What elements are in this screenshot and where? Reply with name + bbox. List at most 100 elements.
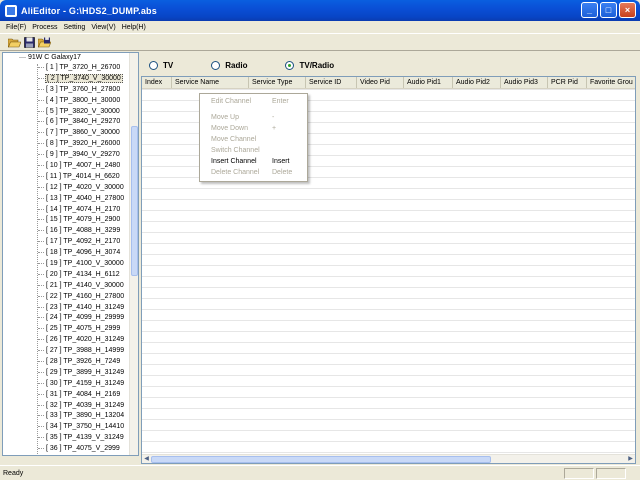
column-favorite-group[interactable]: Favorite Grou	[587, 77, 635, 88]
tree-item[interactable]: [ 14 ] TP_4074_H_2170	[38, 204, 125, 215]
tree-item-label: [ 34 ] TP_3750_H_14410	[46, 423, 125, 431]
tree-item[interactable]: [ 12 ] TP_4020_V_30000	[38, 182, 125, 193]
tree-item[interactable]: [ 10 ] TP_4007_H_2480	[38, 160, 125, 171]
column-audio-pid1[interactable]: Audio Pid1	[404, 77, 453, 88]
tree-item[interactable]: [ 24 ] TP_4099_H_29999	[38, 312, 125, 323]
ctx-switch-channel[interactable]: Switch Channel	[200, 145, 307, 156]
tree-item[interactable]: [ 4 ] TP_3800_H_30000	[38, 95, 125, 106]
open-folder-icon[interactable]	[8, 36, 21, 49]
tree-root[interactable]: — 91W C Galaxy17	[19, 54, 81, 61]
ctx-move-channel-label: Move Channel	[211, 136, 257, 143]
menu-bar: File(F) Process Setting View(V) Help(H)	[0, 21, 640, 33]
tree-item[interactable]: [ 37 ] TP_4020_V_31249	[38, 454, 125, 455]
tree-item[interactable]: [ 28 ] TP_3926_H_7249	[38, 356, 125, 367]
tree-item[interactable]: [ 20 ] TP_4134_H_6112	[38, 269, 125, 280]
close-button[interactable]: ×	[619, 2, 636, 18]
grid-scroll-thumb[interactable]	[151, 456, 491, 463]
tree-branch-line	[38, 339, 44, 341]
tree-item[interactable]: [ 3 ] TP_3760_H_27800	[38, 84, 125, 95]
tree-item[interactable]: [ 33 ] TP_3890_H_13204	[38, 411, 125, 422]
tree-scroll-thumb[interactable]	[131, 126, 138, 276]
title-bar[interactable]: AliEditor - G:\HDS2_DUMP.abs _ □ ×	[0, 0, 640, 21]
tree-item[interactable]: [ 8 ] TP_3920_H_26000	[38, 138, 125, 149]
tree-branch-line	[38, 143, 44, 145]
tree-item[interactable]: [ 15 ] TP_4079_H_2900	[38, 214, 125, 225]
ctx-edit-channel[interactable]: Edit Channel Enter	[200, 96, 307, 107]
menu-process[interactable]: Process	[29, 24, 60, 31]
tree-item[interactable]: [ 34 ] TP_3750_H_14410	[38, 421, 125, 432]
ctx-move-down-label: Move Down	[211, 125, 248, 132]
ctx-move-up-shortcut: -	[272, 114, 275, 121]
tree-item-label: [ 21 ] TP_4140_V_30000	[46, 281, 124, 289]
column-service-type[interactable]: Service Type	[249, 77, 306, 88]
tree-item[interactable]: [ 16 ] TP_4088_H_3299	[38, 225, 125, 236]
tree-item[interactable]: [ 7 ] TP_3860_V_30000	[38, 127, 125, 138]
scroll-right-icon[interactable]: ▶	[626, 455, 635, 463]
column-service-id[interactable]: Service ID	[306, 77, 357, 88]
radio-radio-circle[interactable]	[211, 60, 221, 70]
column-video-pid[interactable]: Video Pid	[357, 77, 404, 88]
tree-item[interactable]: [ 9 ] TP_3940_V_29270	[38, 149, 125, 160]
tree-item[interactable]: [ 13 ] TP_4040_H_27800	[38, 193, 125, 204]
ctx-insert-channel[interactable]: Insert Channel Insert	[200, 156, 307, 167]
maximize-button[interactable]: □	[600, 2, 617, 18]
tree-item[interactable]: [ 18 ] TP_4096_H_3074	[38, 247, 125, 258]
ctx-move-up[interactable]: Move Up -	[200, 112, 307, 123]
save-icon[interactable]	[23, 36, 36, 49]
tree-item[interactable]: [ 1 ] TP_3720_H_26700	[38, 62, 125, 73]
tree-item[interactable]: [ 25 ] TP_4075_H_2999	[38, 323, 125, 334]
tree-item[interactable]: [ 35 ] TP_4139_V_31249	[38, 432, 125, 443]
satellite-tree[interactable]: — 91W C Galaxy17 [ 1 ] TP_3720_H_26700[ …	[2, 52, 139, 456]
tree-branch-line	[38, 295, 44, 297]
radio-tv[interactable]: TV	[149, 60, 173, 70]
menu-help[interactable]: Help(H)	[119, 24, 149, 31]
tree-item[interactable]: [ 6 ] TP_3840_H_29270	[38, 116, 125, 127]
radio-tv-circle[interactable]	[149, 60, 158, 70]
grid-header: Index Service Name Service Type Service …	[142, 77, 635, 89]
scroll-left-icon[interactable]: ◀	[142, 455, 151, 463]
menu-setting[interactable]: Setting	[61, 24, 89, 31]
tree-branch-line	[38, 175, 44, 177]
tree-item[interactable]: [ 27 ] TP_3988_H_14999	[38, 345, 125, 356]
tree-item-label: [ 27 ] TP_3988_H_14999	[46, 347, 125, 355]
column-audio-pid2[interactable]: Audio Pid2	[453, 77, 501, 88]
radio-tv-radio-circle[interactable]	[285, 60, 295, 70]
radio-radio[interactable]: Radio	[211, 60, 247, 70]
tree-item[interactable]: [ 29 ] TP_3899_H_31249	[38, 367, 125, 378]
tree-item[interactable]: [ 2 ] TP_3740_V_30000	[38, 73, 125, 84]
tree-item[interactable]: [ 31 ] TP_4084_H_2169	[38, 389, 125, 400]
tree-item[interactable]: [ 11 ] TP_4014_H_6620	[38, 171, 125, 182]
minimize-button[interactable]: _	[581, 2, 598, 18]
tree-item[interactable]: [ 19 ] TP_4100_V_30000	[38, 258, 125, 269]
column-pcr-pid[interactable]: PCR Pid	[548, 77, 587, 88]
toolbar	[0, 33, 640, 51]
column-index[interactable]: Index	[142, 77, 172, 88]
menu-view[interactable]: View(V)	[88, 24, 118, 31]
tree-item[interactable]: [ 32 ] TP_4039_H_31249	[38, 400, 125, 411]
tree-item[interactable]: [ 30 ] TP_4159_H_31249	[38, 378, 125, 389]
ctx-delete-channel[interactable]: Delete Channel Delete	[200, 167, 307, 178]
tree-item-label: [ 9 ] TP_3940_V_29270	[46, 151, 120, 159]
menu-file[interactable]: File(F)	[3, 24, 29, 31]
column-audio-pid3[interactable]: Audio Pid3	[501, 77, 548, 88]
tree-list: [ 1 ] TP_3720_H_26700 [ 2 ] TP_3740_V_300…	[38, 62, 125, 455]
column-service-name[interactable]: Service Name	[172, 77, 249, 88]
tree-item-label: [ 12 ] TP_4020_V_30000	[46, 183, 124, 191]
tree-item[interactable]: [ 23 ] TP_4140_H_31249	[38, 302, 125, 313]
tree-item[interactable]: [ 22 ] TP_4160_H_27800	[38, 291, 125, 302]
tree-item[interactable]: [ 26 ] TP_4020_H_31249	[38, 334, 125, 345]
tree-item[interactable]: [ 36 ] TP_4075_V_2999	[38, 443, 125, 454]
ctx-move-channel[interactable]: Move Channel	[200, 134, 307, 145]
tree-item[interactable]: [ 5 ] TP_3820_V_30000	[38, 106, 125, 117]
ctx-move-down[interactable]: Move Down +	[200, 123, 307, 134]
tree-branch-line	[38, 448, 44, 450]
tree-item[interactable]: [ 17 ] TP_4092_H_2170	[38, 236, 125, 247]
tree-branch-line	[38, 437, 44, 439]
grid-horizontal-scrollbar[interactable]: ◀ ▶	[142, 454, 635, 463]
tree-vertical-scrollbar[interactable]	[129, 53, 138, 455]
tree-item-label: [ 6 ] TP_3840_H_29270	[46, 118, 121, 126]
save-as-icon[interactable]	[38, 36, 51, 49]
tree-item-label: [ 23 ] TP_4140_H_31249	[46, 303, 125, 311]
radio-tv-radio[interactable]: TV/Radio	[285, 60, 334, 70]
tree-item[interactable]: [ 21 ] TP_4140_V_30000	[38, 280, 125, 291]
